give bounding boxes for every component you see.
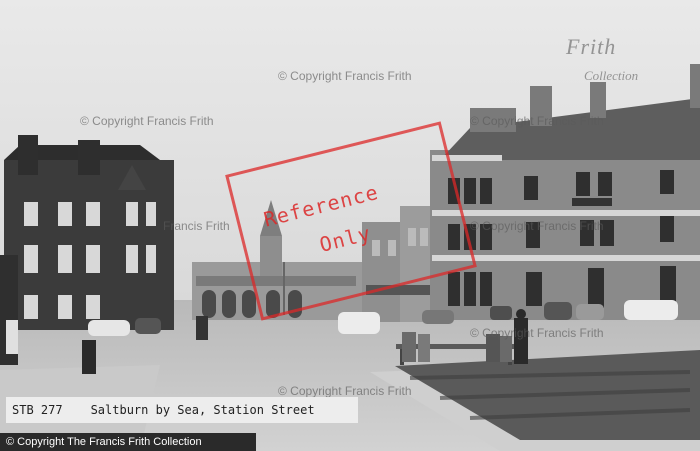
- watermark-text: © Copyright Francis Frith: [470, 219, 604, 233]
- watermark-text: Francis Frith: [163, 219, 230, 233]
- left-building: [4, 135, 174, 330]
- watermark-text: © Copyright Francis Frith: [470, 114, 604, 128]
- caption-title: Saltburn by Sea, Station Street: [90, 403, 315, 417]
- caption-id: STB 277: [12, 403, 63, 417]
- stamp-line-2: Only: [317, 220, 374, 257]
- watermark-text: © Copyright Francis Frith: [278, 384, 412, 398]
- watermark-text: © Copyright Francis Frith: [278, 69, 412, 83]
- watermark-text: © Copyright Francis Frith: [470, 326, 604, 340]
- logo-line-1: Frith: [566, 34, 617, 59]
- frith-logo: Frith Collection: [560, 24, 680, 94]
- copyright-bar: © Copyright The Francis Frith Collection: [0, 433, 256, 451]
- watermark-text: © Copyright Francis Frith: [80, 114, 214, 128]
- photo-caption: STB 277 Saltburn by Sea, Station Street: [6, 397, 358, 423]
- logo-line-2: Collection: [584, 68, 639, 83]
